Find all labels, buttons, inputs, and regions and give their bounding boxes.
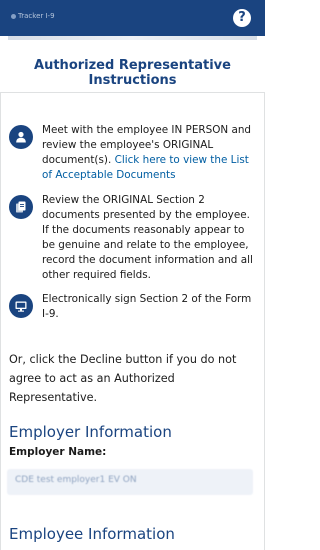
employer-name-label: Employer Name:	[9, 446, 107, 458]
help-button[interactable]: ?	[233, 9, 251, 27]
brand-logo-icon	[11, 14, 16, 19]
employee-information-heading: Employee Information	[9, 525, 175, 543]
top-app-bar: Tracker I-9 ?	[0, 0, 265, 36]
question-circle-icon: ?	[238, 10, 246, 25]
scrolled-content-strip	[8, 36, 257, 40]
documents-icon	[9, 195, 33, 219]
employer-name-value: CDE test employer1 EV ON	[7, 469, 253, 495]
brand-label: Tracker I-9	[18, 12, 55, 20]
step-text: Meet with the employee IN PERSON and rev…	[42, 123, 254, 183]
person-icon	[9, 125, 33, 149]
instructions-header: Authorized Representative Instructions	[0, 36, 265, 93]
employer-information-heading: Employer Information	[9, 423, 172, 441]
page-title: Authorized Representative Instructions	[34, 58, 231, 88]
decline-instructions: Or, click the Decline button if you do n…	[9, 353, 237, 404]
step-2-text: Review the ORIGINAL Section 2 documents …	[42, 194, 253, 281]
step-3-text: Electronically sign Section 2 of the For…	[42, 293, 252, 320]
monitor-icon	[9, 294, 33, 318]
instructions-panel: Meet with the employee IN PERSON and rev…	[0, 93, 265, 550]
